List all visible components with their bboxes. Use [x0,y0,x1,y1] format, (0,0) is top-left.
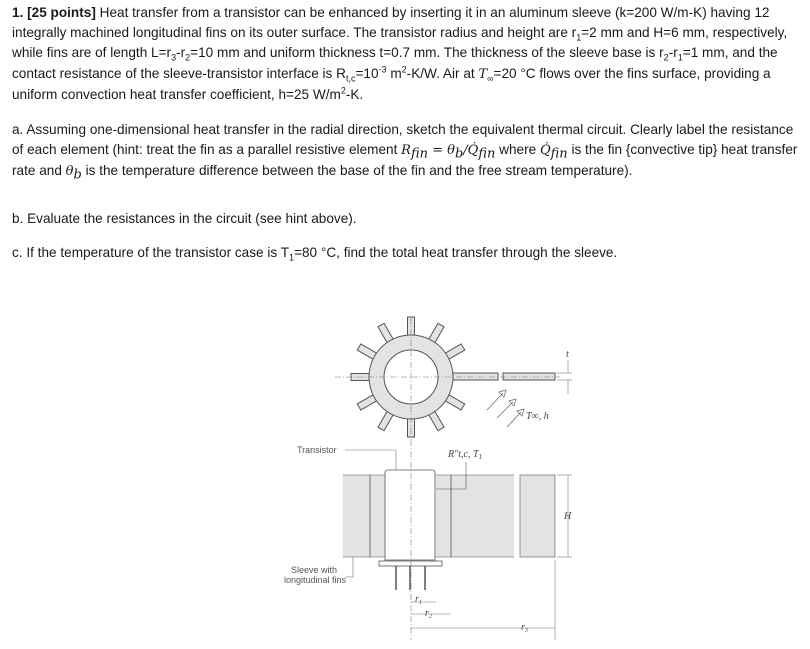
transistor-label: Transistor [297,445,337,455]
top-view: t T∞, h [335,316,572,440]
r3-label: r3 [521,622,528,634]
horizontal-fin-right-part [502,372,556,381]
r1-label: r1 [415,594,422,606]
thickness-label: t [566,349,569,360]
right-fin-section [436,475,514,557]
horizontal-fin-left-part [452,372,499,381]
finned-sleeve-figure: t T∞, h Transistor R″t,c, T1 Sleeve with… [284,316,572,640]
fin-tip-section [519,474,556,558]
sleeve-label-line1: Sleeve with [291,565,337,575]
side-view: Transistor R″t,c, T1 Sleeve with longitu… [284,440,572,640]
airflow-arrows [486,389,525,428]
contact-resistance-label: R″t,c, T1 [447,449,482,461]
transistor-flange [378,560,443,567]
air-condition-label: T∞, h [526,411,549,422]
sleeve-label-line2: longitudinal fins [284,575,347,585]
height-label: H [563,511,572,522]
transistor-body [384,469,436,561]
r2-label: r2 [425,608,432,620]
